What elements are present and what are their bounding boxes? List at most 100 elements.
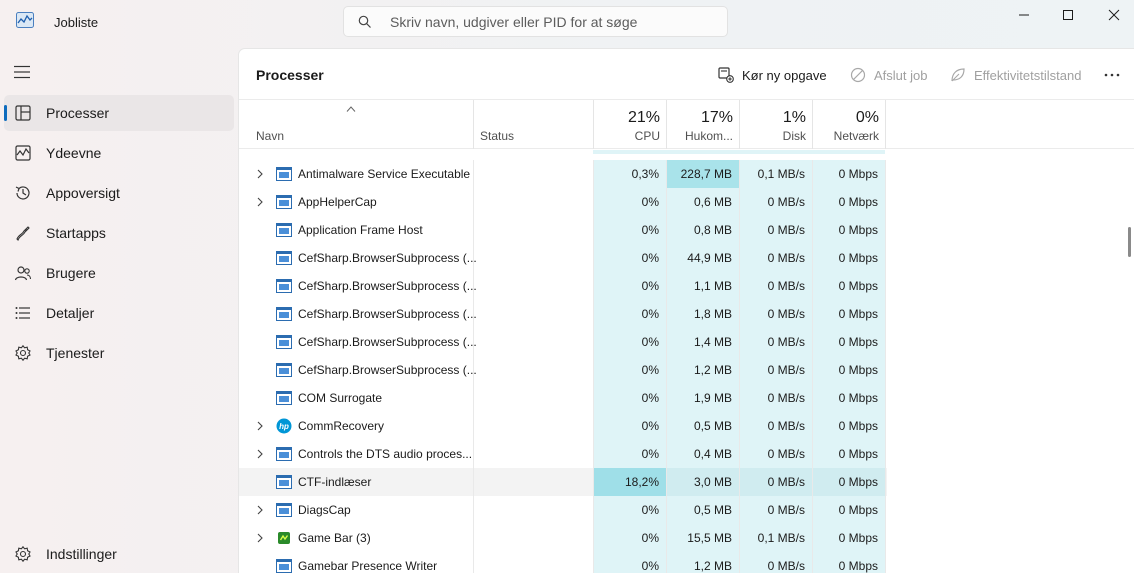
column-divider (666, 300, 667, 328)
process-name: CTF-indlæser (298, 475, 372, 489)
column-divider (739, 552, 740, 573)
cell-status (473, 384, 593, 412)
table-row[interactable]: CefSharp.BrowserSubprocess (... 0% 1,2 MB 0… (239, 356, 887, 384)
sidebar-item-performance[interactable]: Ydeevne (4, 135, 234, 171)
sidebar-item-services[interactable]: Tjenester (4, 335, 234, 371)
sidebar-item-settings[interactable]: Indstillinger (4, 536, 234, 572)
chevron-right-icon[interactable] (256, 169, 264, 179)
hamburger-menu-icon[interactable] (13, 65, 31, 79)
cell-status (473, 244, 593, 272)
cell-disk: 0 MB/s (739, 496, 812, 524)
sidebar-item-startup-apps[interactable]: Startapps (4, 215, 234, 251)
app-window-icon (276, 335, 292, 349)
cell-status (473, 160, 593, 188)
vertical-scrollbar-thumb[interactable] (1128, 227, 1131, 257)
column-divider (666, 384, 667, 412)
chevron-right-icon[interactable] (256, 421, 264, 431)
process-name: CefSharp.BrowserSubprocess (... (298, 363, 477, 377)
column-divider (593, 272, 594, 300)
cell-name: CefSharp.BrowserSubprocess (... (239, 244, 477, 272)
cell-mem: 0,4 MB (666, 440, 739, 468)
column-header-name[interactable]: Navn (239, 100, 474, 149)
sidebar-item-details[interactable]: Detaljer (4, 295, 234, 331)
efficiency-mode-button[interactable]: Effektivitetstilstand (950, 64, 1081, 86)
table-row[interactable]: DiagsCap 0% 0,5 MB 0 MB/s 0 Mbps (239, 496, 887, 524)
table-row[interactable]: Gamebar Presence Writer 0% 1,2 MB 0 MB/s 0 M… (239, 552, 887, 573)
chevron-right-icon[interactable] (256, 449, 264, 459)
search-input[interactable] (390, 13, 710, 31)
column-divider (885, 272, 886, 300)
sidebar-item-label: Detaljer (46, 305, 95, 321)
end-task-button[interactable]: Afslut job (850, 64, 927, 86)
column-divider (812, 216, 813, 244)
app-history-icon (15, 186, 30, 200)
more-options-icon[interactable] (1103, 66, 1121, 84)
app-window-icon (276, 503, 292, 517)
column-divider (739, 440, 740, 468)
column-header-network[interactable]: 0% Netværk (813, 100, 886, 149)
task-manager-app-icon (16, 12, 34, 28)
cell-status (473, 552, 593, 573)
cell-net: 0 Mbps (812, 160, 885, 188)
table-row[interactable]: CefSharp.BrowserSubprocess (... 0% 44,9 MB… (239, 244, 887, 272)
chevron-right-icon[interactable] (256, 505, 264, 515)
table-row[interactable]: COM Surrogate 0% 1,9 MB 0 MB/s 0 Mbps (239, 384, 887, 412)
table-row[interactable]: Application Frame Host 0% 0,8 MB 0 MB/s 0 Mb… (239, 216, 887, 244)
column-header-cpu[interactable]: 21% CPU (594, 100, 667, 149)
chevron-right-icon[interactable] (256, 533, 264, 543)
title-bar: Jobliste (0, 0, 1134, 44)
cell-net: 0 Mbps (812, 468, 885, 496)
table-row[interactable]: CTF-indlæser 18,2% 3,0 MB 0 MB/s 0 Mbps (239, 468, 887, 496)
column-divider (593, 496, 594, 524)
table-row[interactable]: CefSharp.BrowserSubprocess (... 0% 1,8 MB 0… (239, 300, 887, 328)
cell-status (473, 468, 593, 496)
table-row[interactable]: Game Bar (3) 0% 15,5 MB 0,1 MB/s 0 Mbps (239, 524, 887, 552)
column-header-memory[interactable]: 17% Hukom... (667, 100, 740, 149)
column-header-disk[interactable]: 1% Disk (740, 100, 813, 149)
table-row[interactable]: CefSharp.BrowserSubprocess (... 0% 1,1 MB 0… (239, 272, 887, 300)
column-label: Netværk (833, 129, 879, 143)
table-row[interactable]: CefSharp.BrowserSubprocess (... 0% 1,4 MB 0… (239, 328, 887, 356)
efficiency-mode-label: Effektivitetstilstand (974, 67, 1082, 83)
sidebar: Processer Ydeevne Appoversigt Startapps (0, 44, 238, 573)
sidebar-item-users[interactable]: Brugere (4, 255, 234, 291)
cell-net: 0 Mbps (812, 244, 885, 272)
sidebar-item-label: Brugere (46, 265, 96, 281)
close-button[interactable] (1091, 0, 1134, 30)
cell-status (473, 496, 593, 524)
chevron-right-icon[interactable] (256, 197, 264, 207)
column-header-status[interactable]: Status (474, 100, 594, 149)
cell-disk: 0 MB/s (739, 356, 812, 384)
column-divider (593, 412, 594, 440)
cell-net: 0 Mbps (812, 328, 885, 356)
column-divider (593, 188, 594, 216)
minimize-button[interactable] (1001, 0, 1047, 30)
column-divider (885, 300, 886, 328)
column-divider (885, 356, 886, 384)
sidebar-item-label: Tjenester (46, 345, 105, 361)
maximize-button[interactable] (1045, 0, 1091, 30)
table-row[interactable]: Controls the DTS audio proces... 0% 0,4 MB… (239, 440, 887, 468)
column-divider (885, 440, 886, 468)
processes-panel: Processer Kør ny opgave Afslut job Effek… (238, 48, 1134, 573)
column-divider (885, 524, 886, 552)
table-row[interactable]: Antimalware Service Executable 0,3% 228,7 … (239, 160, 887, 188)
column-divider (593, 216, 594, 244)
sidebar-item-app-history[interactable]: Appoversigt (4, 175, 234, 211)
cell-mem: 1,2 MB (666, 356, 739, 384)
process-name: COM Surrogate (298, 391, 383, 405)
table-row[interactable]: hp CommRecovery 0% 0,5 MB 0 MB/s 0 Mbps (239, 412, 887, 440)
search-box[interactable] (343, 6, 728, 37)
process-name: Application Frame Host (298, 223, 423, 237)
column-divider (473, 328, 474, 356)
run-new-task-button[interactable]: Kør ny opgave (718, 64, 827, 86)
settings-gear-icon (15, 545, 31, 563)
sidebar-item-processes[interactable]: Processer (4, 95, 234, 131)
cell-net: 0 Mbps (812, 272, 885, 300)
startup-apps-icon (16, 226, 30, 241)
column-divider (739, 300, 740, 328)
column-divider (739, 524, 740, 552)
table-row[interactable]: AppHelperCap 0% 0,6 MB 0 MB/s 0 Mbps (239, 188, 887, 216)
cell-cpu: 0% (593, 272, 666, 300)
minimize-icon (1019, 14, 1029, 16)
